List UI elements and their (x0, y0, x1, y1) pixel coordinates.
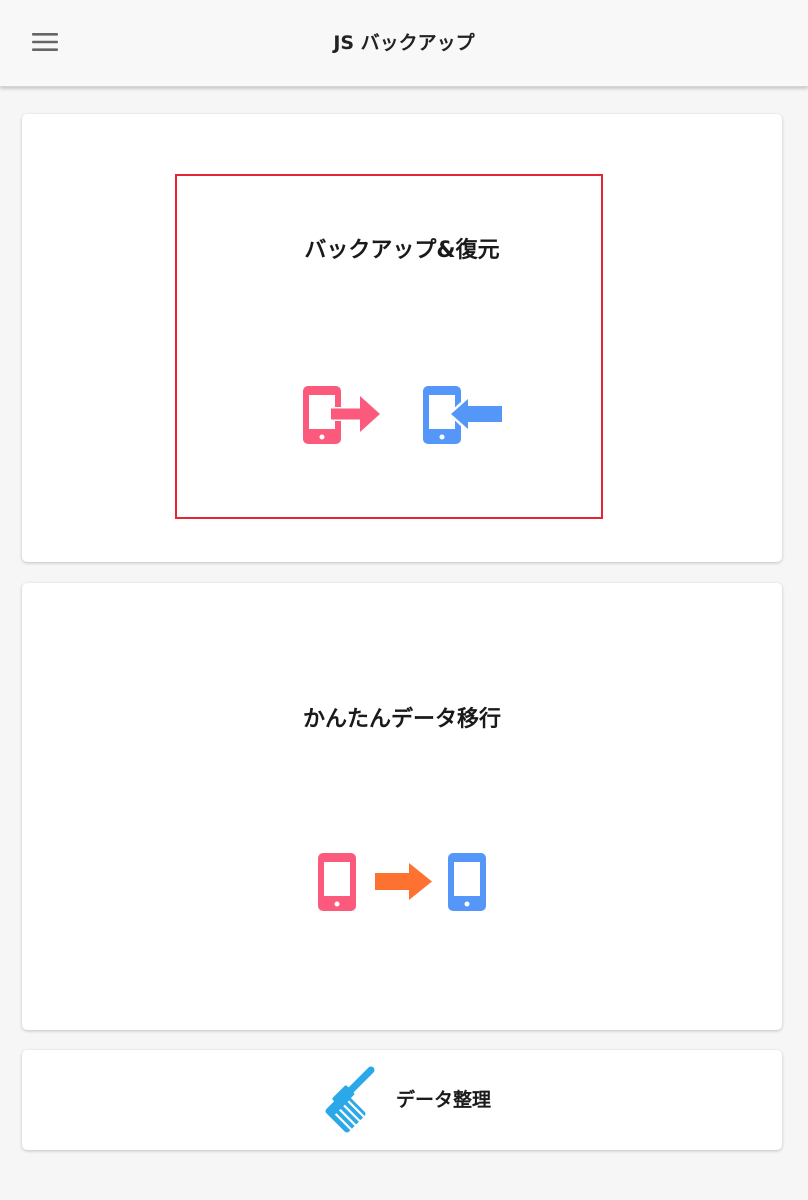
arrow-right-icon (375, 863, 432, 900)
broom-icon (325, 1066, 375, 1133)
data-cleanup-title: データ整理 (396, 1089, 492, 1111)
easy-migration-card[interactable]: かんたんデータ移行 (22, 583, 782, 1030)
data-cleanup-card[interactable]: データ整理 (22, 1050, 782, 1150)
phone-export-icon (303, 386, 380, 444)
app-title: JS バックアップ (333, 32, 475, 54)
app-bar: JS バックアップ (0, 0, 808, 87)
phone-icon (318, 853, 356, 911)
data-cleanup-row: データ整理 (22, 1050, 782, 1150)
highlight-frame (175, 174, 603, 519)
backup-restore-title: バックアップ&復元 (304, 238, 500, 263)
phone-icon (448, 853, 486, 911)
backup-restore-card[interactable]: バックアップ&復元 (22, 114, 782, 562)
easy-migration-title: かんたんデータ移行 (302, 707, 501, 732)
migration-icon (318, 853, 486, 911)
phone-import-icon (423, 386, 502, 444)
